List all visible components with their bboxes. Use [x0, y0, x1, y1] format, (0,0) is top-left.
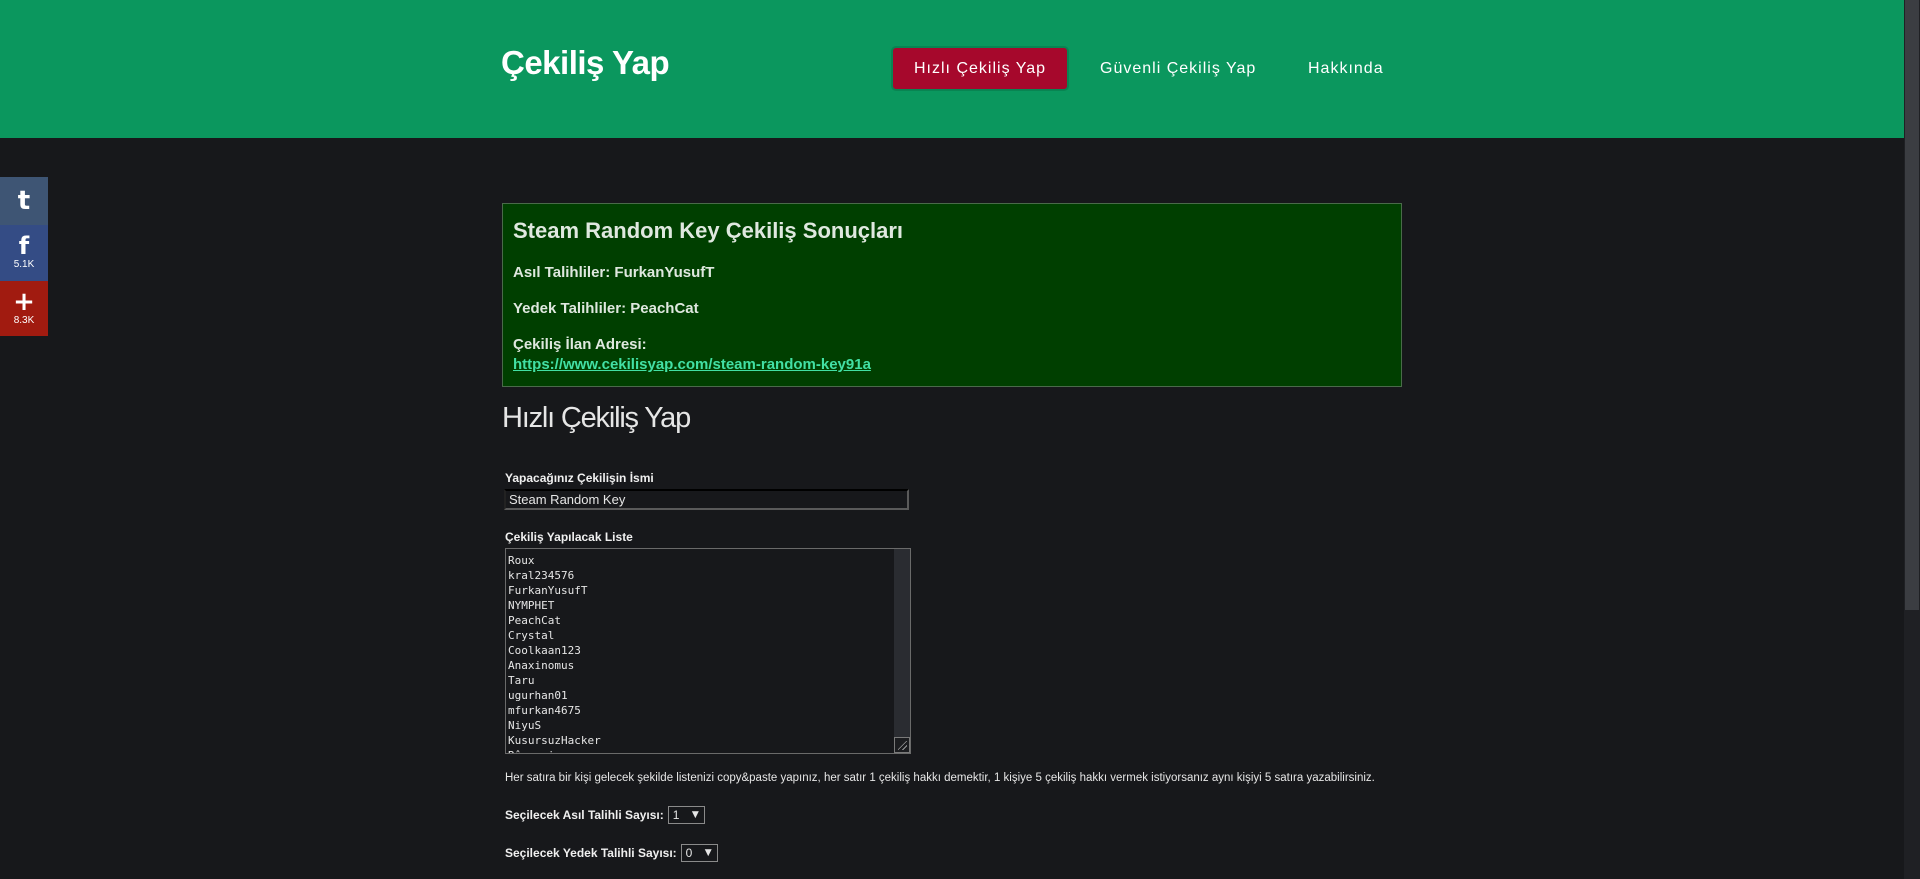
- facebook-icon: f: [18, 232, 30, 260]
- backup-winners-row: Seçilecek Yedek Talihli Sayısı: 0 ▼: [505, 844, 718, 862]
- participant-list-textarea[interactable]: Roux kral234576 FurkanYusufT NYMPHET PeachCa…: [505, 548, 911, 754]
- main-winners-select[interactable]: 1 ▼: [667, 806, 705, 824]
- list-label: Çekiliş Yapılacak Liste: [505, 530, 633, 544]
- facebook-share-count: 5.1K: [13, 259, 35, 270]
- list-entry: Roux: [508, 554, 535, 567]
- list-entry: NYMPHET: [508, 599, 555, 612]
- textarea-resize-handle[interactable]: [894, 737, 910, 753]
- help-text: Her satıra bir kişi gelecek şekilde list…: [505, 772, 1375, 784]
- raffle-name-input[interactable]: [504, 489, 909, 510]
- list-entry: Rûyşamira: [508, 748, 601, 753]
- chevron-down-icon: ▼: [704, 848, 712, 858]
- name-label: Yapacağınız Çekilişin İsmi: [505, 471, 654, 485]
- announcement-address-label: Çekiliş İlan Adresi:: [513, 336, 647, 353]
- share-tumblr-button[interactable]: t: [0, 177, 48, 225]
- list-entry: FurkanYusufT: [508, 584, 588, 597]
- participant-list-content: Roux kral234576 FurkanYusufT NYMPHET PeachCa…: [508, 553, 601, 753]
- site-brand[interactable]: Çekiliş Yap: [501, 44, 670, 82]
- tumblr-icon: t: [17, 186, 31, 216]
- share-more-button[interactable]: + 8.3K: [0, 281, 48, 336]
- list-entry: ugurhan01: [508, 689, 568, 702]
- page-scrollbar-thumb[interactable]: [1905, 0, 1919, 610]
- list-entry: Coolkaan123: [508, 644, 581, 657]
- results-title: Steam Random Key Çekiliş Sonuçları: [513, 218, 904, 243]
- main-winners-value: 1: [672, 808, 680, 822]
- form-title: Hızlı Çekiliş Yap: [502, 402, 691, 434]
- list-entry: Anaxinomus: [508, 659, 575, 672]
- list-entry: kral234576: [508, 569, 575, 582]
- nav-guvenli-cekilis[interactable]: Güvenli Çekiliş Yap: [1100, 48, 1256, 89]
- more-share-count: 8.3K: [13, 315, 35, 326]
- main-winners-label: Seçilecek Asıl Talihli Sayısı:: [505, 808, 664, 822]
- backup-winners-line: Yedek Talihliler: PeachCat: [513, 300, 699, 317]
- list-entry: KusursuzHacker: [508, 734, 601, 747]
- site-header: Çekiliş Yap Hızlı Çekiliş Yap Güvenli Çe…: [0, 0, 1904, 138]
- main-winners-line: Asıl Talihliler: FurkanYusufT: [513, 264, 715, 281]
- list-entry: NiyuS: [508, 719, 542, 732]
- results-panel: Steam Random Key Çekiliş Sonuçları Asıl …: [502, 203, 1402, 387]
- nav-hakkinda[interactable]: Hakkında: [1308, 48, 1384, 89]
- list-entry: PeachCat: [508, 614, 561, 627]
- list-entry: Crystal: [508, 629, 555, 642]
- backup-winners-select[interactable]: 0 ▼: [680, 844, 718, 862]
- chevron-down-icon: ▼: [691, 810, 699, 820]
- plus-icon: +: [13, 287, 35, 317]
- textarea-scrollbar[interactable]: [894, 549, 910, 737]
- main-winners-row: Seçilecek Asıl Talihli Sayısı: 1 ▼: [505, 806, 705, 824]
- backup-winners-label: Seçilecek Yedek Talihli Sayısı:: [505, 846, 677, 860]
- nav-hizli-cekilis[interactable]: Hızlı Çekiliş Yap: [893, 48, 1067, 89]
- backup-winners-value: 0: [685, 846, 693, 860]
- announcement-link[interactable]: https://www.cekilisyap.com/steam-random-…: [513, 356, 871, 373]
- list-entry: Taru: [508, 674, 535, 687]
- list-entry: mfurkan4675: [508, 704, 581, 717]
- share-facebook-button[interactable]: f 5.1K: [0, 225, 48, 281]
